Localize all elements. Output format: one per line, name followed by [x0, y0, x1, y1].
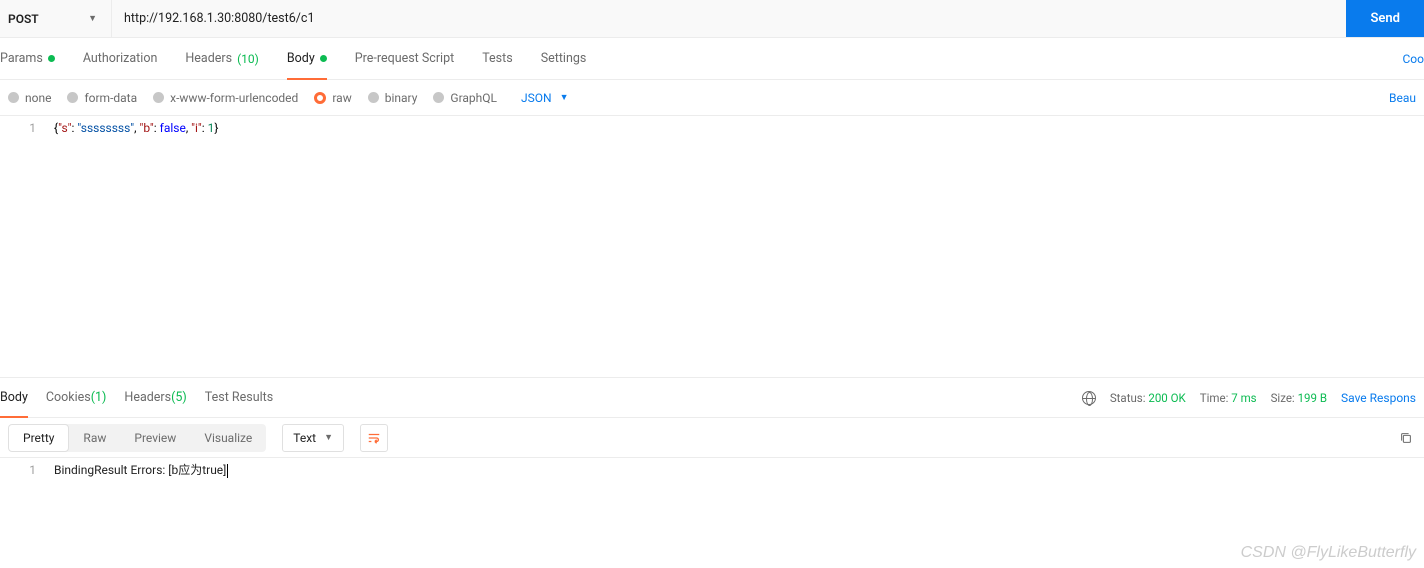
tab-prerequest[interactable]: Pre-request Script	[341, 38, 468, 79]
watermark: CSDN @FlyLikeButterfly	[1241, 544, 1416, 562]
response-tabs: Body Cookies (1) Headers (5) Test Result…	[0, 378, 1424, 418]
size-item: Size: 199 B	[1271, 391, 1327, 405]
view-preview[interactable]: Preview	[120, 424, 190, 452]
dot-icon	[48, 55, 55, 62]
copy-icon	[1399, 431, 1413, 445]
body-type-bar: none form-data x-www-form-urlencoded raw…	[0, 80, 1424, 116]
cookies-link[interactable]: Coo	[1403, 52, 1424, 66]
request-body-editor[interactable]: 1 {"s": "ssssssss", "b": false, "i": 1}	[0, 116, 1424, 378]
response-view-bar: Pretty Raw Preview Visualize Text▼	[0, 418, 1424, 458]
radio-xwww[interactable]: x-www-form-urlencoded	[153, 91, 298, 105]
resp-tab-tests[interactable]: Test Results	[205, 378, 273, 417]
resp-tab-body[interactable]: Body	[0, 378, 28, 417]
method-value: POST	[8, 12, 39, 26]
time-item: Time: 7 ms	[1200, 391, 1257, 405]
tab-authorization[interactable]: Authorization	[69, 38, 172, 79]
radio-none[interactable]: none	[8, 91, 51, 105]
view-tabs: Pretty Raw Preview Visualize	[8, 424, 266, 452]
tab-params[interactable]: Params	[0, 38, 69, 79]
method-select[interactable]: POST ▼	[0, 0, 112, 37]
url-input[interactable]: http://192.168.1.30:8080/test6/c1	[112, 11, 1346, 26]
radio-binary[interactable]: binary	[368, 91, 418, 105]
status-group: Status: 200 OK Time: 7 ms Size: 199 B Sa…	[1082, 391, 1424, 405]
radio-formdata[interactable]: form-data	[67, 91, 137, 105]
chevron-down-icon: ▼	[88, 13, 97, 24]
response-format-select[interactable]: Text▼	[282, 424, 344, 452]
save-response-link[interactable]: Save Respons	[1341, 391, 1416, 405]
dot-icon	[320, 55, 327, 62]
gutter: 1	[0, 116, 50, 377]
gutter: 1	[0, 458, 50, 481]
view-pretty[interactable]: Pretty	[8, 424, 69, 452]
view-raw[interactable]: Raw	[69, 424, 120, 452]
status-item: Status: 200 OK	[1110, 391, 1186, 405]
wrap-icon	[367, 431, 381, 445]
tab-tests[interactable]: Tests	[468, 38, 526, 79]
response-body-editor[interactable]: 1 BindingResult Errors: [b应为true]	[0, 458, 1424, 481]
request-bar: POST ▼ http://192.168.1.30:8080/test6/c1…	[0, 0, 1424, 38]
chevron-down-icon: ▼	[324, 432, 333, 443]
response-code: BindingResult Errors: [b应为true]	[50, 458, 1424, 481]
wrap-toggle-button[interactable]	[360, 424, 388, 452]
code-line: {"s": "ssssssss", "b": false, "i": 1}	[50, 116, 1424, 377]
view-visualize[interactable]: Visualize	[190, 424, 266, 452]
resp-tab-headers[interactable]: Headers (5)	[124, 378, 186, 417]
resp-tab-cookies[interactable]: Cookies (1)	[46, 378, 107, 417]
radio-graphql[interactable]: GraphQL	[433, 91, 497, 105]
request-tabs: Params Authorization Headers (10) Body P…	[0, 38, 1424, 80]
tab-body[interactable]: Body	[273, 38, 341, 79]
radio-raw[interactable]: raw	[314, 91, 351, 105]
copy-response-button[interactable]	[1396, 428, 1416, 448]
body-type-group: none form-data x-www-form-urlencoded raw…	[8, 91, 497, 105]
send-button[interactable]: Send	[1346, 0, 1424, 37]
tab-headers[interactable]: Headers (10)	[171, 38, 273, 79]
chevron-down-icon: ▼	[560, 92, 569, 103]
globe-icon[interactable]	[1082, 391, 1096, 405]
body-lang-select[interactable]: JSON▼	[513, 91, 568, 105]
tab-settings[interactable]: Settings	[527, 38, 601, 79]
beautify-link[interactable]: Beau	[1389, 91, 1416, 105]
